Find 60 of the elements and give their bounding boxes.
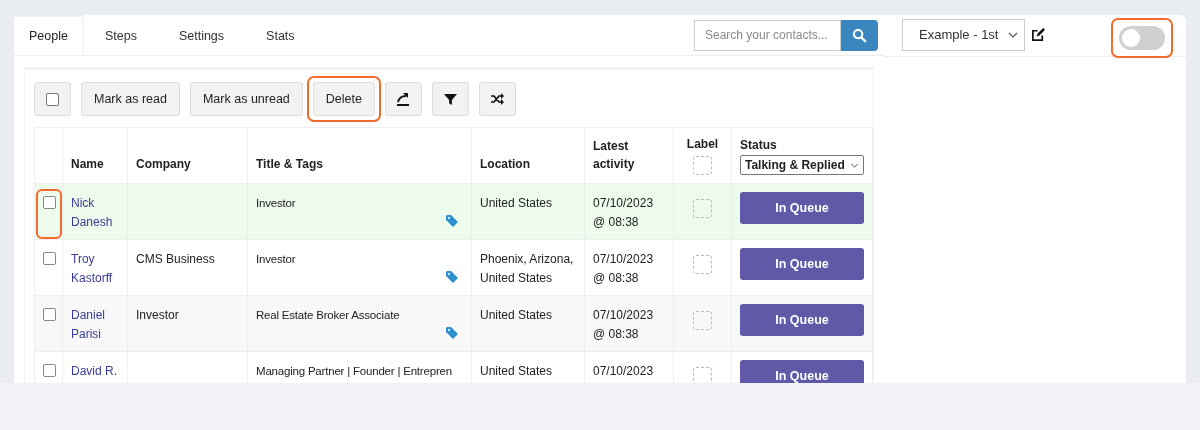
row-checkbox[interactable] [42, 252, 56, 265]
activity-date: 07/10/2023 @ 08:38 [593, 195, 655, 231]
search-icon [852, 27, 867, 43]
select-all-button[interactable] [34, 82, 71, 116]
location-text: Phoenix, Arizona, United States [480, 251, 575, 287]
shuffle-button[interactable] [478, 82, 516, 116]
status-button[interactable]: In Queue [740, 248, 864, 280]
location-text: United States [480, 195, 554, 212]
company-text: Investor [136, 307, 180, 324]
export-icon [396, 92, 411, 106]
status-button[interactable]: In Queue [740, 360, 864, 383]
company-text: CMS Business [136, 251, 216, 268]
search-field[interactable]: Search your contacts... [694, 19, 841, 51]
status-button[interactable]: In Queue [740, 304, 864, 336]
row-checkbox[interactable] [42, 364, 56, 377]
tab[interactable]: Settings [157, 15, 246, 55]
edit-icon[interactable] [1031, 27, 1046, 42]
label-box[interactable] [693, 199, 712, 218]
shuffle-icon [490, 93, 505, 105]
search-button[interactable] [841, 19, 878, 51]
title-text: Investor [256, 196, 297, 211]
export-button[interactable] [384, 82, 422, 116]
location-text: United States [480, 307, 554, 324]
title-text: Managing Partner | Founder | Entrepren [256, 364, 453, 379]
column-header: Company [136, 157, 191, 171]
chevron-down-icon [850, 162, 859, 168]
tab[interactable]: Stats [245, 15, 316, 55]
chevron-down-icon [1008, 32, 1018, 38]
location-text: United States [480, 363, 554, 380]
label-box[interactable] [693, 156, 712, 175]
toolbar-button[interactable]: Mark as unread [189, 82, 303, 116]
tab[interactable]: Steps [83, 15, 158, 55]
status-filter-dropdown[interactable]: Talking & Replied [740, 155, 864, 175]
toolbar-button[interactable]: Delete [312, 82, 375, 116]
filter-button[interactable] [431, 82, 469, 116]
row-checkbox[interactable] [42, 308, 56, 321]
column-header: Label [686, 137, 719, 151]
filter-icon [443, 92, 457, 106]
column-header: Location [480, 157, 530, 171]
row-checkbox[interactable] [42, 196, 56, 209]
column-header: Name [71, 157, 104, 171]
tag-icon[interactable] [446, 327, 458, 339]
campaign-dropdown[interactable]: Example - 1st [902, 19, 1025, 51]
activity-date: 07/10/2023 @ 08:38 [593, 307, 655, 343]
toolbar-button[interactable]: Mark as read [81, 82, 180, 116]
status-button[interactable]: In Queue [740, 192, 864, 224]
tag-icon[interactable] [446, 215, 458, 227]
label-box[interactable] [693, 255, 712, 274]
activity-date: 07/10/2023 @ 08:38 [593, 251, 655, 287]
title-text: Investor [256, 252, 297, 267]
checkbox[interactable] [46, 92, 59, 106]
activity-date: 07/10/2023 [593, 363, 655, 380]
column-header: Latest activity [593, 138, 636, 173]
tab[interactable]: People [14, 15, 84, 55]
label-box[interactable] [693, 311, 712, 330]
column-header: Status [740, 138, 777, 152]
column-header: Title & Tags [256, 157, 323, 171]
title-text: Real Estate Broker Associate [256, 308, 401, 323]
tag-icon[interactable] [446, 271, 458, 283]
toggle-switch[interactable] [1119, 26, 1165, 50]
